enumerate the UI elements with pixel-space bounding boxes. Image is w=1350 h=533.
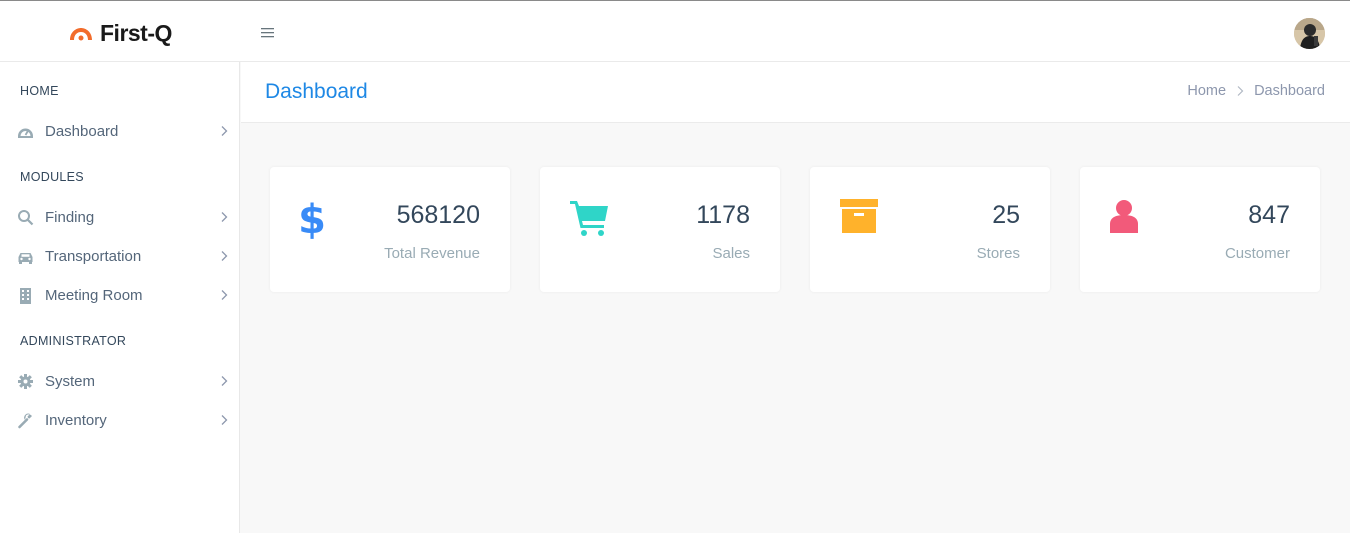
stat-value: 847 (1248, 201, 1290, 229)
brand-logo-icon (70, 28, 92, 41)
breadcrumb: Home Dashboard (1187, 83, 1325, 99)
sidebar-item-label: Inventory (45, 411, 107, 429)
stat-card-stores: 25 Stores (810, 167, 1050, 292)
stat-value: 568120 (396, 201, 480, 229)
chevron-right-icon (221, 376, 228, 386)
page-title: Dashboard (265, 80, 368, 103)
stat-card-revenue: $ 568120 Total Revenue (270, 167, 510, 292)
sidebar-item-label: Meeting Room (45, 286, 143, 304)
avatar-image (1294, 18, 1325, 49)
building-icon (20, 287, 31, 304)
sidebar-item-dashboard[interactable]: Dashboard (0, 116, 240, 146)
gauge-icon (18, 128, 33, 138)
stat-card-sales: 1178 Sales (540, 167, 780, 292)
svg-text:$: $ (300, 199, 326, 239)
stat-label: Stores (976, 245, 1020, 262)
sidebar-item-system[interactable]: System (0, 366, 240, 396)
stat-value: 1178 (696, 201, 750, 229)
sidebar: HOME Dashboard MODULES Finding Transport… (0, 62, 240, 533)
gear-icon (18, 373, 33, 389)
stat-card-customer: 847 Customer (1080, 167, 1320, 292)
chevron-right-icon (221, 251, 228, 261)
sidebar-item-finding[interactable]: Finding (0, 202, 240, 232)
sidebar-item-meeting-room[interactable]: Meeting Room (0, 280, 240, 310)
user-icon (1110, 200, 1138, 233)
breadcrumb-current: Dashboard (1254, 83, 1325, 99)
wrench-icon (18, 413, 32, 428)
brand-name: First-Q (100, 19, 172, 46)
chevron-right-icon (1237, 86, 1244, 96)
sidebar-item-transportation[interactable]: Transportation (0, 241, 240, 271)
stat-value: 25 (992, 201, 1020, 229)
archive-icon (840, 199, 878, 233)
chevron-right-icon (221, 290, 228, 300)
user-avatar[interactable] (1294, 18, 1325, 49)
section-home: HOME (20, 84, 59, 98)
sidebar-item-label: System (45, 372, 96, 390)
chevron-right-icon (221, 415, 228, 425)
section-modules: MODULES (20, 170, 84, 184)
breadcrumb-home[interactable]: Home (1187, 83, 1226, 99)
cart-icon (570, 201, 608, 236)
section-administrator: ADMINISTRATOR (20, 334, 127, 348)
page-header: Dashboard Home Dashboard (241, 62, 1350, 123)
stat-label: Customer (1224, 245, 1290, 262)
car-icon (18, 252, 33, 264)
chevron-right-icon (221, 212, 228, 222)
dollar-icon: $ (300, 199, 326, 239)
chevron-right-icon (221, 126, 228, 136)
sidebar-item-label: Dashboard (45, 122, 119, 140)
hamburger-icon[interactable] (258, 23, 278, 41)
sidebar-item-label: Transportation (45, 247, 142, 265)
sidebar-item-label: Finding (45, 208, 95, 226)
stat-label: Sales (712, 245, 750, 262)
brand[interactable]: First-Q (68, 19, 172, 47)
sidebar-item-inventory[interactable]: Inventory (0, 405, 240, 435)
stat-label: Total Revenue (384, 245, 480, 262)
search-icon (18, 209, 34, 225)
topbar: First-Q (0, 1, 1350, 62)
